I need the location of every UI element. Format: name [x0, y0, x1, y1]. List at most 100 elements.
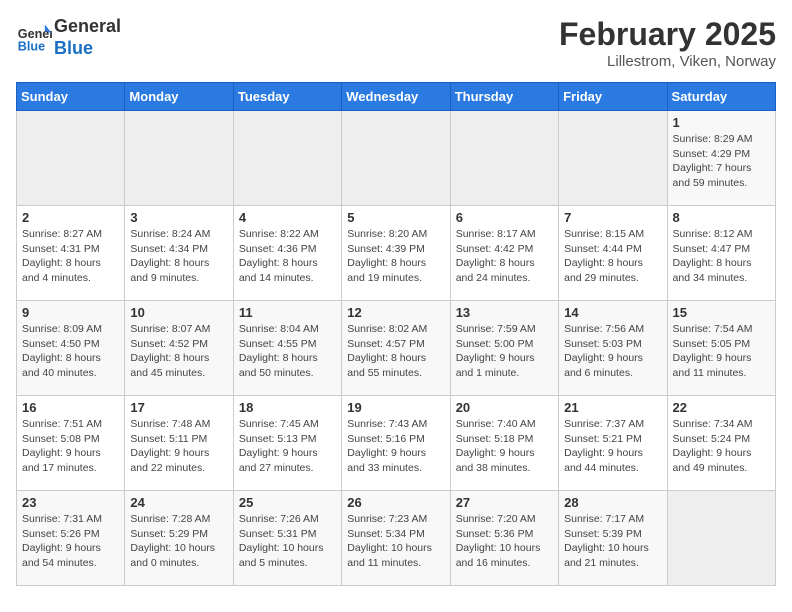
day-number: 1: [673, 115, 770, 130]
day-info: Sunrise: 7:43 AM Sunset: 5:16 PM Dayligh…: [347, 417, 444, 476]
day-number: 19: [347, 400, 444, 415]
day-number: 28: [564, 495, 661, 510]
day-number: 27: [456, 495, 553, 510]
weekday-header-wednesday: Wednesday: [342, 83, 450, 111]
calendar-cell: 11 Sunrise: 8:04 AM Sunset: 4:55 PM Dayli…: [233, 301, 341, 396]
day-number: 9: [22, 305, 119, 320]
day-info: Sunrise: 8:17 AM Sunset: 4:42 PM Dayligh…: [456, 227, 553, 286]
calendar-cell: 20 Sunrise: 7:40 AM Sunset: 5:18 PM Dayli…: [450, 396, 558, 491]
calendar-cell: 26 Sunrise: 7:23 AM Sunset: 5:34 PM Dayli…: [342, 491, 450, 586]
day-number: 8: [673, 210, 770, 225]
day-number: 11: [239, 305, 336, 320]
calendar-cell: 28 Sunrise: 7:17 AM Sunset: 5:39 PM Dayli…: [559, 491, 667, 586]
calendar-header: SundayMondayTuesdayWednesdayThursdayFrid…: [17, 83, 776, 111]
weekday-header-saturday: Saturday: [667, 83, 775, 111]
calendar-cell: 2 Sunrise: 8:27 AM Sunset: 4:31 PM Daylig…: [17, 206, 125, 301]
calendar-cell: [342, 111, 450, 206]
calendar-cell: 1 Sunrise: 8:29 AM Sunset: 4:29 PM Daylig…: [667, 111, 775, 206]
day-info: Sunrise: 8:09 AM Sunset: 4:50 PM Dayligh…: [22, 322, 119, 381]
day-number: 25: [239, 495, 336, 510]
calendar-cell: [233, 111, 341, 206]
calendar-cell: 8 Sunrise: 8:12 AM Sunset: 4:47 PM Daylig…: [667, 206, 775, 301]
day-number: 15: [673, 305, 770, 320]
day-info: Sunrise: 8:12 AM Sunset: 4:47 PM Dayligh…: [673, 227, 770, 286]
day-info: Sunrise: 7:17 AM Sunset: 5:39 PM Dayligh…: [564, 512, 661, 571]
logo-general: General: [54, 16, 121, 38]
calendar-cell: 27 Sunrise: 7:20 AM Sunset: 5:36 PM Dayli…: [450, 491, 558, 586]
day-info: Sunrise: 7:23 AM Sunset: 5:34 PM Dayligh…: [347, 512, 444, 571]
calendar-cell: 22 Sunrise: 7:34 AM Sunset: 5:24 PM Dayli…: [667, 396, 775, 491]
calendar-cell: 9 Sunrise: 8:09 AM Sunset: 4:50 PM Daylig…: [17, 301, 125, 396]
calendar-cell: 16 Sunrise: 7:51 AM Sunset: 5:08 PM Dayli…: [17, 396, 125, 491]
day-info: Sunrise: 7:48 AM Sunset: 5:11 PM Dayligh…: [130, 417, 227, 476]
day-info: Sunrise: 8:27 AM Sunset: 4:31 PM Dayligh…: [22, 227, 119, 286]
day-number: 20: [456, 400, 553, 415]
day-number: 14: [564, 305, 661, 320]
calendar-cell: 24 Sunrise: 7:28 AM Sunset: 5:29 PM Dayli…: [125, 491, 233, 586]
calendar-cell: 12 Sunrise: 8:02 AM Sunset: 4:57 PM Dayli…: [342, 301, 450, 396]
day-info: Sunrise: 7:45 AM Sunset: 5:13 PM Dayligh…: [239, 417, 336, 476]
day-number: 7: [564, 210, 661, 225]
calendar-cell: 18 Sunrise: 7:45 AM Sunset: 5:13 PM Dayli…: [233, 396, 341, 491]
day-info: Sunrise: 7:20 AM Sunset: 5:36 PM Dayligh…: [456, 512, 553, 571]
day-info: Sunrise: 7:34 AM Sunset: 5:24 PM Dayligh…: [673, 417, 770, 476]
calendar-cell: 19 Sunrise: 7:43 AM Sunset: 5:16 PM Dayli…: [342, 396, 450, 491]
calendar-cell: [17, 111, 125, 206]
day-info: Sunrise: 7:54 AM Sunset: 5:05 PM Dayligh…: [673, 322, 770, 381]
day-number: 21: [564, 400, 661, 415]
calendar-subtitle: Lillestrom, Viken, Norway: [559, 53, 776, 70]
day-info: Sunrise: 7:28 AM Sunset: 5:29 PM Dayligh…: [130, 512, 227, 571]
page-header: General Blue General Blue February 2025 …: [16, 16, 776, 70]
day-number: 13: [456, 305, 553, 320]
calendar-cell: [559, 111, 667, 206]
day-info: Sunrise: 8:29 AM Sunset: 4:29 PM Dayligh…: [673, 132, 770, 191]
day-number: 18: [239, 400, 336, 415]
calendar-cell: 7 Sunrise: 8:15 AM Sunset: 4:44 PM Daylig…: [559, 206, 667, 301]
svg-text:Blue: Blue: [18, 39, 45, 53]
day-info: Sunrise: 8:02 AM Sunset: 4:57 PM Dayligh…: [347, 322, 444, 381]
calendar-cell: [450, 111, 558, 206]
calendar-cell: 10 Sunrise: 8:07 AM Sunset: 4:52 PM Dayli…: [125, 301, 233, 396]
day-number: 10: [130, 305, 227, 320]
logo: General Blue General Blue: [16, 16, 121, 59]
day-info: Sunrise: 8:24 AM Sunset: 4:34 PM Dayligh…: [130, 227, 227, 286]
calendar-cell: 15 Sunrise: 7:54 AM Sunset: 5:05 PM Dayli…: [667, 301, 775, 396]
day-number: 3: [130, 210, 227, 225]
day-number: 24: [130, 495, 227, 510]
calendar-cell: 25 Sunrise: 7:26 AM Sunset: 5:31 PM Dayli…: [233, 491, 341, 586]
day-info: Sunrise: 7:31 AM Sunset: 5:26 PM Dayligh…: [22, 512, 119, 571]
day-info: Sunrise: 7:26 AM Sunset: 5:31 PM Dayligh…: [239, 512, 336, 571]
weekday-header-monday: Monday: [125, 83, 233, 111]
weekday-header-sunday: Sunday: [17, 83, 125, 111]
calendar-table: SundayMondayTuesdayWednesdayThursdayFrid…: [16, 82, 776, 586]
day-info: Sunrise: 8:07 AM Sunset: 4:52 PM Dayligh…: [130, 322, 227, 381]
day-info: Sunrise: 8:04 AM Sunset: 4:55 PM Dayligh…: [239, 322, 336, 381]
calendar-title: February 2025: [559, 16, 776, 53]
calendar-cell: 6 Sunrise: 8:17 AM Sunset: 4:42 PM Daylig…: [450, 206, 558, 301]
calendar-cell: 17 Sunrise: 7:48 AM Sunset: 5:11 PM Dayli…: [125, 396, 233, 491]
calendar-cell: 4 Sunrise: 8:22 AM Sunset: 4:36 PM Daylig…: [233, 206, 341, 301]
day-number: 22: [673, 400, 770, 415]
calendar-cell: [667, 491, 775, 586]
calendar-cell: 13Sunrise: 7:59 AM Sunset: 5:00 PM Dayli…: [450, 301, 558, 396]
calendar-cell: 23 Sunrise: 7:31 AM Sunset: 5:26 PM Dayli…: [17, 491, 125, 586]
weekday-header-tuesday: Tuesday: [233, 83, 341, 111]
day-number: 17: [130, 400, 227, 415]
day-number: 26: [347, 495, 444, 510]
weekday-header-friday: Friday: [559, 83, 667, 111]
day-info: Sunrise: 7:37 AM Sunset: 5:21 PM Dayligh…: [564, 417, 661, 476]
day-number: 4: [239, 210, 336, 225]
calendar-cell: [125, 111, 233, 206]
calendar-cell: 3 Sunrise: 8:24 AM Sunset: 4:34 PM Daylig…: [125, 206, 233, 301]
day-info: Sunrise: 8:15 AM Sunset: 4:44 PM Dayligh…: [564, 227, 661, 286]
day-info: Sunrise: 8:22 AM Sunset: 4:36 PM Dayligh…: [239, 227, 336, 286]
day-number: 16: [22, 400, 119, 415]
day-info: Sunrise: 7:40 AM Sunset: 5:18 PM Dayligh…: [456, 417, 553, 476]
day-number: 2: [22, 210, 119, 225]
day-number: 6: [456, 210, 553, 225]
day-number: 23: [22, 495, 119, 510]
weekday-header-thursday: Thursday: [450, 83, 558, 111]
day-info: Sunrise: 7:51 AM Sunset: 5:08 PM Dayligh…: [22, 417, 119, 476]
day-number: 12: [347, 305, 444, 320]
day-number: 5: [347, 210, 444, 225]
